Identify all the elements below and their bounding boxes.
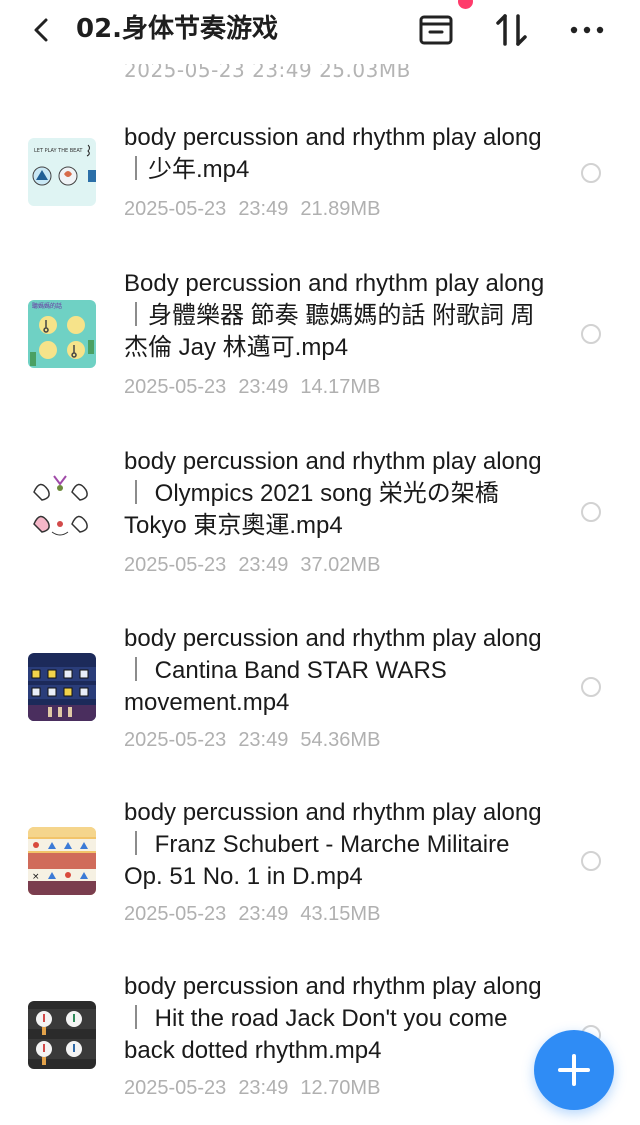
file-item[interactable]: body percussion and rhythm play along｜ O… [0,442,640,592]
more-icon [570,26,604,34]
video-thumbnail: × [28,827,96,895]
file-meta: 2025-05-23 23:49 12.70MB [124,1077,392,1100]
top-bar: 02.身体节奏游戏 [0,0,640,60]
back-button[interactable] [22,10,62,50]
select-radio[interactable] [581,163,601,183]
file-size: 37.02MB [300,554,381,576]
file-meta: 2025-05-23 23:49 37.02MB [124,554,392,577]
page-title: 02.身体节奏游戏 [76,14,279,44]
file-size: 54.36MB [300,729,381,751]
file-date: 2025-05-23 [124,554,227,576]
file-date: 2025-05-23 [124,376,227,398]
video-thumbnail [28,653,96,721]
thumbnail-caption: 聽媽媽的話 [32,302,62,310]
previous-item-meta: 2025-05-23 23:49 25.03MB [124,58,411,82]
file-item[interactable]: × body percussion and rhythm play along … [0,793,640,943]
file-time: 23:49 [238,903,289,925]
file-date: 2025-05-23 [124,903,227,925]
file-time: 23:49 [238,729,289,751]
select-radio[interactable] [581,851,601,871]
file-date: 2025-05-23 [124,729,227,751]
add-button[interactable] [534,1030,614,1110]
file-item[interactable]: 聽媽媽的話 Body percussion and rhythm play al… [0,264,640,414]
file-time: 23:49 [238,198,289,220]
chevron-left-icon [34,18,48,42]
thumbnail-caption: LET PLAY THE BEAT [34,148,83,154]
file-time: 23:49 [238,376,289,398]
file-item[interactable]: LET PLAY THE BEAT body percussion and rh… [0,118,640,238]
file-meta: 2025-05-23 23:49 54.36MB [124,729,392,752]
file-time: 23:49 [238,1077,289,1099]
select-radio[interactable] [581,324,601,344]
thumbnail-image-icon: × [28,827,96,895]
file-title: body percussion and rhythm play along ｜ … [124,625,542,716]
svg-text:×: × [32,872,40,882]
file-title: Body percussion and rhythm play along ｜身… [124,270,545,361]
thumbnail-image-icon [28,653,96,721]
file-size: 12.70MB [300,1077,381,1099]
file-size: 21.89MB [300,198,381,220]
thumbnail-image-icon: LET PLAY THE BEAT [28,138,96,206]
file-meta: 2025-05-23 23:49 14.17MB [124,376,392,399]
folder-button[interactable] [414,8,458,52]
select-radio[interactable] [581,677,601,697]
file-item[interactable]: body percussion and rhythm play along ｜ … [0,619,640,769]
file-meta: 2025-05-23 23:49 43.15MB [124,903,392,926]
plus-icon [558,1054,590,1086]
select-radio[interactable] [581,502,601,522]
video-thumbnail [28,472,96,540]
sort-button[interactable] [490,8,534,52]
file-list-screen: 2025-05-23 23:49 25.03MB 02.身体节奏游戏 LET P… [0,0,640,1125]
video-thumbnail [28,1001,96,1069]
file-date: 2025-05-23 [124,1077,227,1099]
sort-icon [496,14,527,46]
notification-dot [458,0,473,9]
file-size: 43.15MB [300,903,381,925]
file-title: body percussion and rhythm play along｜ O… [124,448,542,539]
file-date: 2025-05-23 [124,198,227,220]
folder-icon [419,15,453,45]
video-thumbnail: 聽媽媽的話 [28,300,96,368]
thumbnail-image-icon: 聽媽媽的話 [28,300,96,368]
file-size: 14.17MB [300,376,381,398]
thumbnail-image-icon [28,472,96,540]
more-button[interactable] [565,8,609,52]
thumbnail-image-icon [28,1001,96,1069]
video-thumbnail: LET PLAY THE BEAT [28,138,96,206]
file-title: body percussion and rhythm play along ｜ … [124,973,542,1064]
file-meta: 2025-05-23 23:49 21.89MB [124,198,392,221]
file-title: body percussion and rhythm play along ｜少… [124,124,542,183]
file-title: body percussion and rhythm play along ｜ … [124,799,542,890]
file-time: 23:49 [238,554,289,576]
